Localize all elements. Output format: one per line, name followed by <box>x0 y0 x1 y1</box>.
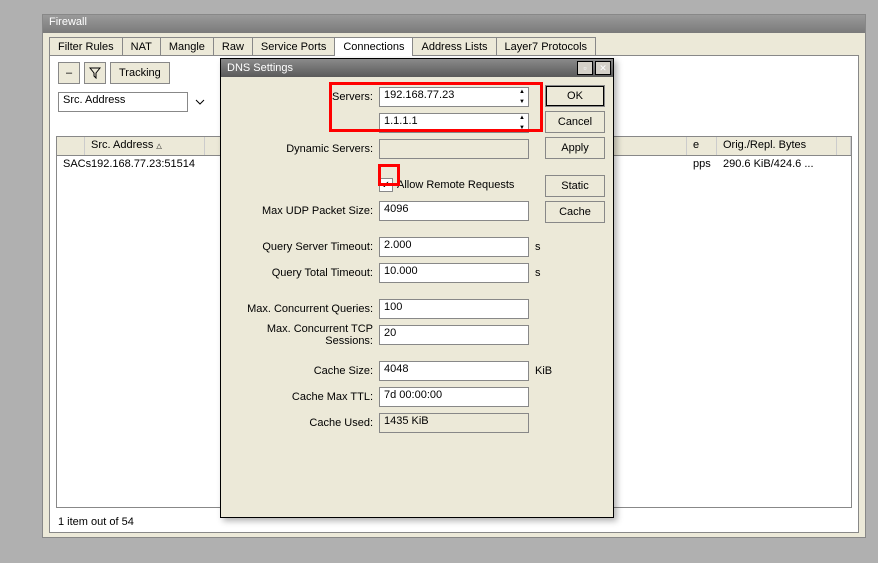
static-button[interactable]: Static <box>545 175 605 197</box>
minimize-icon: ▫ <box>583 64 586 73</box>
cell-tag: SACs <box>57 156 85 174</box>
ok-button[interactable]: OK <box>545 85 605 107</box>
server2-spinner[interactable]: ▲▼ <box>515 113 529 133</box>
col-bytes[interactable]: Orig./Repl. Bytes <box>717 137 837 155</box>
server2-input[interactable]: 1.1.1.1 ▲▼ <box>379 113 529 133</box>
cused-field: 1435 KiB <box>379 413 529 433</box>
close-icon: ✕ <box>599 64 607 73</box>
tab-service-ports[interactable]: Service Ports <box>252 37 335 56</box>
cttl-input[interactable]: 7d 00:00:00 <box>379 387 529 407</box>
csize-input[interactable]: 4048 <box>379 361 529 381</box>
filter-field-select[interactable]: Src. Address <box>58 92 188 112</box>
tab-filter-rules[interactable]: Filter Rules <box>49 37 123 56</box>
unit-kib: KiB <box>529 365 549 377</box>
label-maxudp: Max UDP Packet Size: <box>229 205 379 217</box>
tab-address-lists[interactable]: Address Lists <box>412 37 496 56</box>
label-cttl: Cache Max TTL: <box>229 391 379 403</box>
label-servers: Servers: <box>229 91 379 103</box>
dynamic-servers-field <box>379 139 529 159</box>
firewall-title: Firewall <box>43 15 865 33</box>
cell-src: 192.168.77.23:51514 <box>85 156 205 174</box>
tab-raw[interactable]: Raw <box>213 37 253 56</box>
label-qst: Query Server Timeout: <box>229 241 379 253</box>
cell-bytes: 290.6 KiB/424.6 ... <box>717 156 837 174</box>
minimize-button[interactable]: ▫ <box>577 61 593 75</box>
allow-remote-checkbox[interactable]: ✓ <box>379 178 393 192</box>
cell-proto: pps <box>687 156 717 174</box>
unit-s1: s <box>529 241 549 253</box>
label-mcts: Max. Concurrent TCP Sessions: <box>229 323 379 347</box>
tab-mangle[interactable]: Mangle <box>160 37 214 56</box>
dns-settings-dialog: DNS Settings ▫ ✕ Servers: 192.168.77.23 … <box>220 58 614 518</box>
col-blank[interactable] <box>57 137 85 155</box>
col-e[interactable]: e <box>687 137 717 155</box>
label-dynamic: Dynamic Servers: <box>229 143 379 155</box>
label-allow-remote: Allow Remote Requests <box>397 179 514 191</box>
qst-input[interactable]: 2.000 <box>379 237 529 257</box>
label-mcq: Max. Concurrent Queries: <box>229 303 379 315</box>
remove-button[interactable]: – <box>58 62 80 84</box>
tab-layer7[interactable]: Layer7 Protocols <box>496 37 597 56</box>
status-text: 1 item out of 54 <box>58 516 134 528</box>
dns-dialog-title: DNS Settings <box>227 62 293 74</box>
tab-nat[interactable]: NAT <box>122 37 161 56</box>
qtt-input[interactable]: 10.000 <box>379 263 529 283</box>
sort-asc-icon: △ <box>156 143 161 150</box>
label-cused: Cache Used: <box>229 417 379 429</box>
close-button[interactable]: ✕ <box>595 61 611 75</box>
server1-input[interactable]: 192.168.77.23 ▲▼ <box>379 87 529 107</box>
unit-s2: s <box>529 267 549 279</box>
filter-field-dropdown-icon[interactable] <box>194 96 216 108</box>
tab-connections[interactable]: Connections <box>334 37 413 56</box>
cache-button[interactable]: Cache <box>545 201 605 223</box>
label-qtt: Query Total Timeout: <box>229 267 379 279</box>
minus-icon: – <box>66 67 72 79</box>
filter-button[interactable] <box>84 62 106 84</box>
col-end <box>837 137 851 155</box>
server1-spinner[interactable]: ▲▼ <box>515 87 529 107</box>
mcq-input[interactable]: 100 <box>379 299 529 319</box>
mcts-input[interactable]: 20 <box>379 325 529 345</box>
funnel-icon <box>89 67 101 79</box>
cancel-button[interactable]: Cancel <box>545 111 605 133</box>
col-src-address[interactable]: Src. Address △ <box>85 137 205 155</box>
apply-button[interactable]: Apply <box>545 137 605 159</box>
tracking-button[interactable]: Tracking <box>110 62 170 84</box>
maxudp-input[interactable]: 4096 <box>379 201 529 221</box>
label-csize: Cache Size: <box>229 365 379 377</box>
firewall-tabs: Filter Rules NAT Mangle Raw Service Port… <box>43 33 865 56</box>
